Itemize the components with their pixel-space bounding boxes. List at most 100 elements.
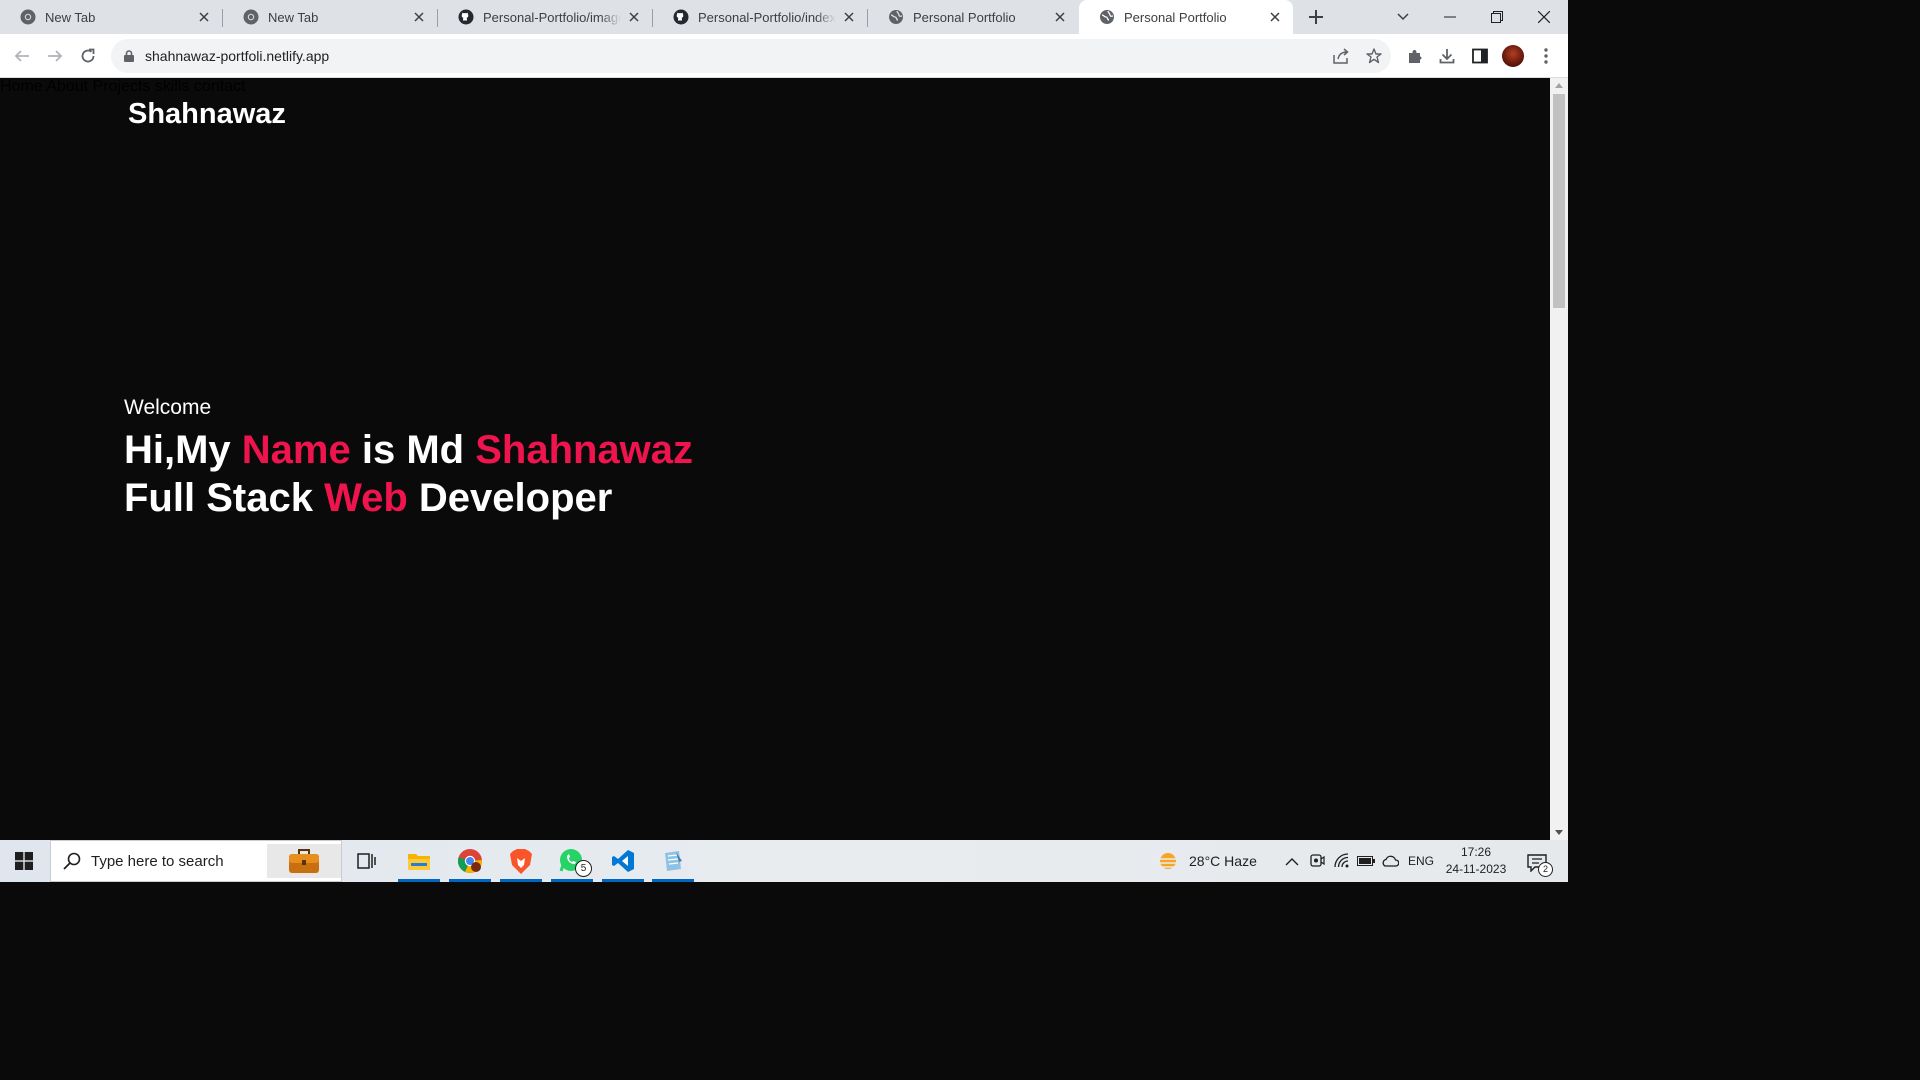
nav-about[interactable]: About <box>46 78 88 95</box>
app-running-indicator <box>398 879 440 882</box>
chrome-icon <box>20 9 36 25</box>
minimize-button[interactable] <box>1427 0 1473 34</box>
notification-badge: 5 <box>575 860 592 877</box>
tab-title: Personal Portfolio <box>1124 9 1227 25</box>
forward-button[interactable] <box>41 42 69 70</box>
profile-avatar[interactable] <box>1502 45 1524 67</box>
share-button[interactable] <box>1327 42 1355 70</box>
scroll-up-arrow[interactable] <box>1555 83 1563 88</box>
notepad-app[interactable] <box>652 840 694 882</box>
menu-button[interactable] <box>1532 42 1560 70</box>
task-view-icon <box>357 853 376 869</box>
tab-strip: New Tab New Tab Personal-Portfolio/image… <box>0 0 1568 34</box>
tab-title: Personal Portfolio <box>913 9 1016 25</box>
clock-time: 17:26 <box>1460 845 1492 859</box>
globe-icon <box>1099 9 1115 25</box>
tab-title: New Tab <box>45 9 96 25</box>
browser-tab[interactable]: Personal-Portfolio/images <box>438 0 652 34</box>
share-icon <box>1332 48 1349 64</box>
minimize-icon <box>1444 16 1456 18</box>
close-icon[interactable] <box>411 9 427 25</box>
browser-tab[interactable]: Personal-Portfolio/index.ht <box>653 0 867 34</box>
task-view-button[interactable] <box>346 840 388 882</box>
restore-button[interactable] <box>1474 0 1520 34</box>
site-logo[interactable]: Shahnawaz <box>128 98 286 131</box>
scroll-down-arrow[interactable] <box>1555 830 1563 835</box>
vscode-app[interactable] <box>602 840 644 882</box>
app-running-indicator <box>449 879 491 882</box>
bookmark-button[interactable] <box>1360 42 1388 70</box>
browser-tab[interactable]: Personal Portfolio <box>868 0 1078 34</box>
close-icon[interactable] <box>1052 9 1068 25</box>
github-icon <box>458 9 474 25</box>
whatsapp-app[interactable]: 5 <box>551 840 593 882</box>
tab-search-button[interactable] <box>1380 0 1426 34</box>
close-icon[interactable] <box>841 9 857 25</box>
close-icon[interactable] <box>1267 9 1283 25</box>
chevron-down-icon <box>1397 13 1409 21</box>
welcome-text: Welcome <box>124 396 212 419</box>
briefcase-icon[interactable] <box>267 844 341 878</box>
page-scrollbar[interactable] <box>1550 78 1568 840</box>
app-running-indicator <box>500 879 542 882</box>
github-icon <box>673 9 689 25</box>
headline-text: Full Stack <box>124 476 325 520</box>
extensions-button[interactable] <box>1401 42 1429 70</box>
close-icon[interactable] <box>626 9 642 25</box>
browser-tab[interactable]: New Tab <box>0 0 222 34</box>
folder-icon <box>408 854 430 870</box>
notifications-icon[interactable]: 2 <box>1526 852 1553 877</box>
headline-line-1: Hi,My Name is Md Shahnawaz <box>124 426 693 474</box>
battery-icon[interactable] <box>1357 852 1375 870</box>
notification-count: 2 <box>1538 862 1553 877</box>
tab-title: Personal-Portfolio/images <box>483 9 621 25</box>
nav-home[interactable]: Home <box>0 78 43 95</box>
chrome-app[interactable] <box>449 840 491 882</box>
onedrive-icon[interactable] <box>1381 852 1399 870</box>
brave-app[interactable] <box>500 840 542 882</box>
downloads-button[interactable] <box>1433 42 1461 70</box>
browser-toolbar: shahnawaz-portfoli.netlify.app <box>0 34 1568 78</box>
close-icon <box>1538 11 1550 23</box>
reload-button[interactable] <box>74 42 102 70</box>
address-bar[interactable]: shahnawaz-portfoli.netlify.app <box>111 39 1391 73</box>
nav-contact[interactable]: contact <box>194 78 246 95</box>
weather-icon[interactable] <box>1157 850 1179 872</box>
portfolio-page: Shahnawaz Home About Projects skills con… <box>0 78 1550 840</box>
star-icon <box>1366 48 1382 64</box>
wifi-icon[interactable] <box>1333 852 1351 870</box>
reload-icon <box>81 48 95 63</box>
site-nav: Home About Projects skills contact <box>0 78 1550 96</box>
file-explorer-app[interactable] <box>398 840 440 882</box>
close-window-button[interactable] <box>1521 0 1567 34</box>
meet-now-icon[interactable] <box>1308 852 1326 870</box>
taskbar-search[interactable]: Type here to search <box>50 840 342 882</box>
url-text: shahnawaz-portfoli.netlify.app <box>145 48 330 64</box>
app-running-indicator <box>551 879 593 882</box>
windows-icon <box>15 852 33 870</box>
chevron-up-icon[interactable] <box>1283 852 1301 870</box>
search-placeholder: Type here to search <box>91 852 224 870</box>
language-indicator[interactable]: ENG <box>1408 854 1434 868</box>
arrow-right-icon <box>48 50 63 62</box>
scrollbar-thumb[interactable] <box>1553 94 1565 308</box>
weather-text[interactable]: 28°C Haze <box>1189 853 1257 869</box>
new-tab-button[interactable] <box>1305 6 1327 28</box>
system-clock[interactable]: 17:26 24-11-2023 <box>1442 844 1510 878</box>
back-button[interactable] <box>8 42 36 70</box>
clock-date: 24-11-2023 <box>1445 862 1507 876</box>
side-panel-button[interactable] <box>1466 42 1494 70</box>
browser-tab-active[interactable]: Personal Portfolio <box>1079 0 1293 34</box>
globe-icon <box>888 9 904 25</box>
browser-tab[interactable]: New Tab <box>223 0 437 34</box>
tab-title: New Tab <box>268 9 319 25</box>
lock-icon[interactable] <box>123 49 135 63</box>
headline-accent: Name <box>241 428 351 472</box>
nav-skills[interactable]: skills <box>155 78 190 95</box>
close-icon[interactable] <box>196 9 212 25</box>
search-icon <box>63 852 81 870</box>
restore-icon <box>1491 11 1503 23</box>
app-running-indicator <box>602 879 644 882</box>
start-button[interactable] <box>0 840 48 882</box>
nav-projects[interactable]: Projects <box>93 78 151 95</box>
